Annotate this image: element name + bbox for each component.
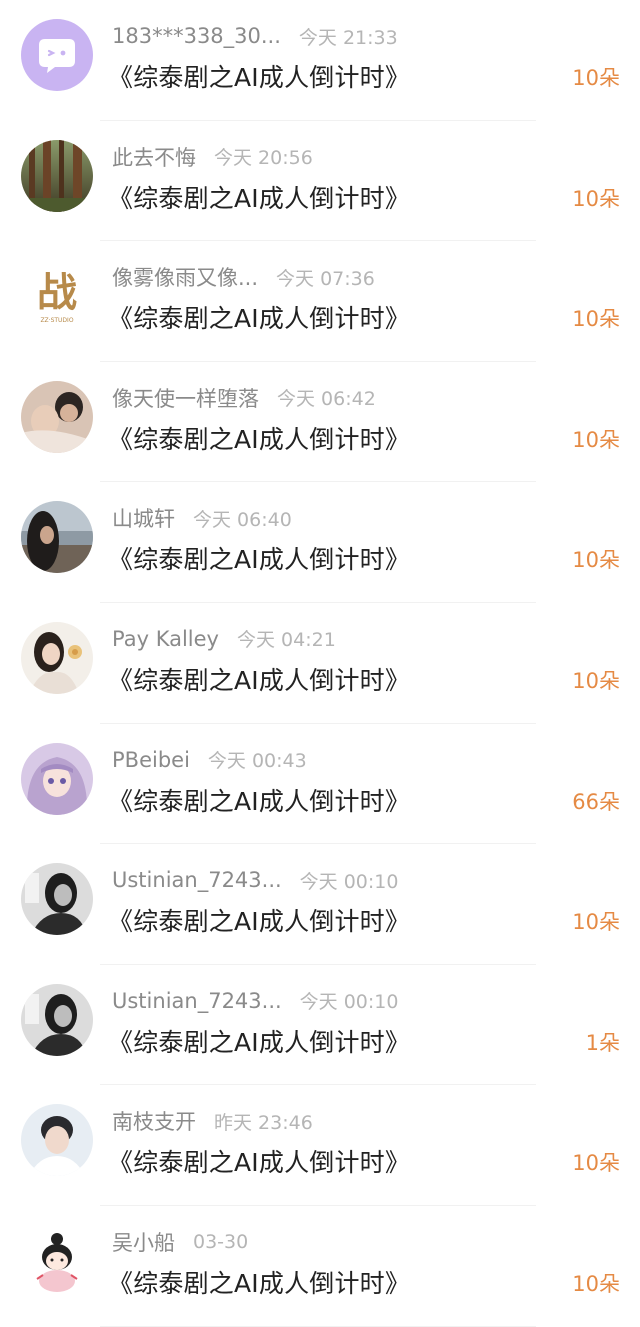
- item-meta: 此去不悔 今天 20:56: [112, 143, 313, 171]
- list-item[interactable]: 183***338_30... 今天 21:33 《综泰剧之AI成人倒计时》 1…: [0, 0, 640, 121]
- avatar[interactable]: [21, 742, 93, 815]
- user-name[interactable]: Ustinian_7243...: [112, 868, 282, 892]
- flower-count: 66朵: [572, 789, 620, 814]
- flower-count: 10朵: [572, 1151, 620, 1176]
- flower-count: 10朵: [572, 1271, 620, 1296]
- item-meta: 183***338_30... 今天 21:33: [112, 22, 398, 50]
- avatar[interactable]: [21, 621, 93, 694]
- flower-count: 10朵: [572, 910, 620, 935]
- list-item[interactable]: 战 ZZ·STUDIO 像雾像雨又像... 今天 07:36 《综泰剧之AI成人…: [0, 241, 640, 362]
- list-item[interactable]: 像天使一样堕落 今天 06:42 《综泰剧之AI成人倒计时》 10朵: [0, 362, 640, 483]
- user-name[interactable]: Pay Kalley: [112, 627, 219, 651]
- item-title[interactable]: 《综泰剧之AI成人倒计时》: [108, 661, 410, 697]
- item-title[interactable]: 《综泰剧之AI成人倒计时》: [108, 782, 410, 818]
- avatar[interactable]: [21, 983, 93, 1056]
- timestamp: 昨天 23:46: [214, 1111, 313, 1134]
- forest-icon: [21, 139, 93, 212]
- flower-count: 1朵: [585, 1030, 620, 1055]
- flower-count: 10朵: [572, 186, 620, 211]
- user-name[interactable]: 此去不悔: [112, 142, 196, 172]
- wink-face-icon: [21, 19, 93, 91]
- user-name[interactable]: 183***338_30...: [112, 24, 281, 48]
- logo-subtext: ZZ·STUDIO: [40, 317, 73, 324]
- user-name[interactable]: PBeibei: [112, 748, 190, 772]
- girl-with-flower-icon: [21, 621, 93, 694]
- male-portrait-icon: [21, 1104, 93, 1177]
- anime-girl-icon: [21, 742, 93, 815]
- timestamp: 今天 21:33: [298, 26, 398, 49]
- avatar[interactable]: [21, 380, 93, 453]
- avatar[interactable]: [21, 863, 93, 936]
- bw-portrait-icon: [21, 863, 93, 936]
- item-title[interactable]: 《综泰剧之AI成人倒计时》: [108, 179, 410, 215]
- user-name[interactable]: 南枝支开: [112, 1106, 196, 1136]
- item-meta: 像雾像雨又像... 今天 07:36: [112, 263, 375, 291]
- item-meta: 吴小船 03-30: [112, 1228, 248, 1256]
- timestamp: 今天 00:10: [299, 991, 399, 1014]
- item-title[interactable]: 《综泰剧之AI成人倒计时》: [108, 1023, 410, 1059]
- user-name[interactable]: 山城轩: [112, 503, 175, 533]
- item-meta: Pay Kalley 今天 04:21: [112, 625, 336, 653]
- item-meta: 像天使一样堕落 今天 06:42: [112, 384, 376, 412]
- user-name[interactable]: 像天使一样堕落: [112, 383, 259, 413]
- user-name[interactable]: 像雾像雨又像...: [112, 262, 258, 292]
- user-name[interactable]: Ustinian_7243...: [112, 989, 282, 1013]
- item-title[interactable]: 《综泰剧之AI成人倒计时》: [108, 902, 410, 938]
- item-title[interactable]: 《综泰剧之AI成人倒计时》: [108, 299, 410, 335]
- list-item[interactable]: Ustinian_7243... 今天 00:10 《综泰剧之AI成人倒计时》 …: [0, 844, 640, 965]
- item-meta: Ustinian_7243... 今天 00:10: [112, 987, 398, 1015]
- list-item[interactable]: 山城轩 今天 06:40 《综泰剧之AI成人倒计时》 10朵: [0, 482, 640, 603]
- item-title[interactable]: 《综泰剧之AI成人倒计时》: [108, 1143, 410, 1179]
- avatar[interactable]: [21, 19, 93, 91]
- item-title[interactable]: 《综泰剧之AI成人倒计时》: [108, 420, 410, 456]
- item-meta: PBeibei 今天 00:43: [112, 746, 307, 774]
- timestamp: 今天 20:56: [214, 147, 313, 170]
- item-meta: Ustinian_7243... 今天 00:10: [112, 866, 398, 894]
- flower-count: 10朵: [572, 307, 620, 332]
- flower-count: 10朵: [572, 66, 620, 90]
- flower-count: 10朵: [572, 668, 620, 693]
- list-item[interactable]: Pay Kalley 今天 04:21 《综泰剧之AI成人倒计时》 10朵: [0, 603, 640, 724]
- flower-count: 10朵: [572, 548, 620, 573]
- logo-char: 战: [37, 269, 77, 316]
- list-item[interactable]: 吴小船 03-30 《综泰剧之AI成人倒计时》 10朵: [0, 1206, 640, 1327]
- timestamp: 今天 06:40: [193, 508, 292, 531]
- avatar[interactable]: [21, 501, 93, 574]
- bw-portrait-icon: [21, 983, 93, 1056]
- item-title[interactable]: 《综泰剧之AI成人倒计时》: [108, 58, 410, 94]
- avatar[interactable]: [21, 1104, 93, 1177]
- gift-record-list: 183***338_30... 今天 21:33 《综泰剧之AI成人倒计时》 1…: [0, 0, 640, 1327]
- user-name[interactable]: 吴小船: [112, 1227, 175, 1257]
- timestamp: 03-30: [193, 1230, 249, 1253]
- avatar[interactable]: [21, 139, 93, 212]
- item-meta: 山城轩 今天 06:40: [112, 504, 292, 532]
- avatar[interactable]: [21, 1224, 93, 1297]
- list-item[interactable]: 此去不悔 今天 20:56 《综泰剧之AI成人倒计时》 10朵: [0, 121, 640, 242]
- list-item[interactable]: PBeibei 今天 00:43 《综泰剧之AI成人倒计时》 66朵: [0, 724, 640, 845]
- calligraphy-logo-icon: 战 ZZ·STUDIO: [21, 260, 93, 333]
- timestamp: 今天 00:10: [299, 870, 399, 893]
- item-title[interactable]: 《综泰剧之AI成人倒计时》: [108, 540, 410, 576]
- item-title[interactable]: 《综泰剧之AI成人倒计时》: [108, 1264, 410, 1300]
- beach-portrait-icon: [21, 501, 93, 574]
- timestamp: 今天 06:42: [277, 388, 376, 411]
- flower-count: 10朵: [572, 427, 620, 452]
- timestamp: 今天 00:43: [207, 750, 307, 773]
- cartoon-girl-icon: [21, 1224, 93, 1297]
- list-item[interactable]: Ustinian_7243... 今天 00:10 《综泰剧之AI成人倒计时》 …: [0, 965, 640, 1086]
- avatar[interactable]: 战 ZZ·STUDIO: [21, 260, 93, 333]
- item-meta: 南枝支开 昨天 23:46: [112, 1107, 313, 1135]
- list-item[interactable]: 南枝支开 昨天 23:46 《综泰剧之AI成人倒计时》 10朵: [0, 1085, 640, 1206]
- timestamp: 今天 07:36: [276, 267, 375, 290]
- couple-photo-icon: [21, 380, 93, 453]
- timestamp: 今天 04:21: [236, 629, 336, 652]
